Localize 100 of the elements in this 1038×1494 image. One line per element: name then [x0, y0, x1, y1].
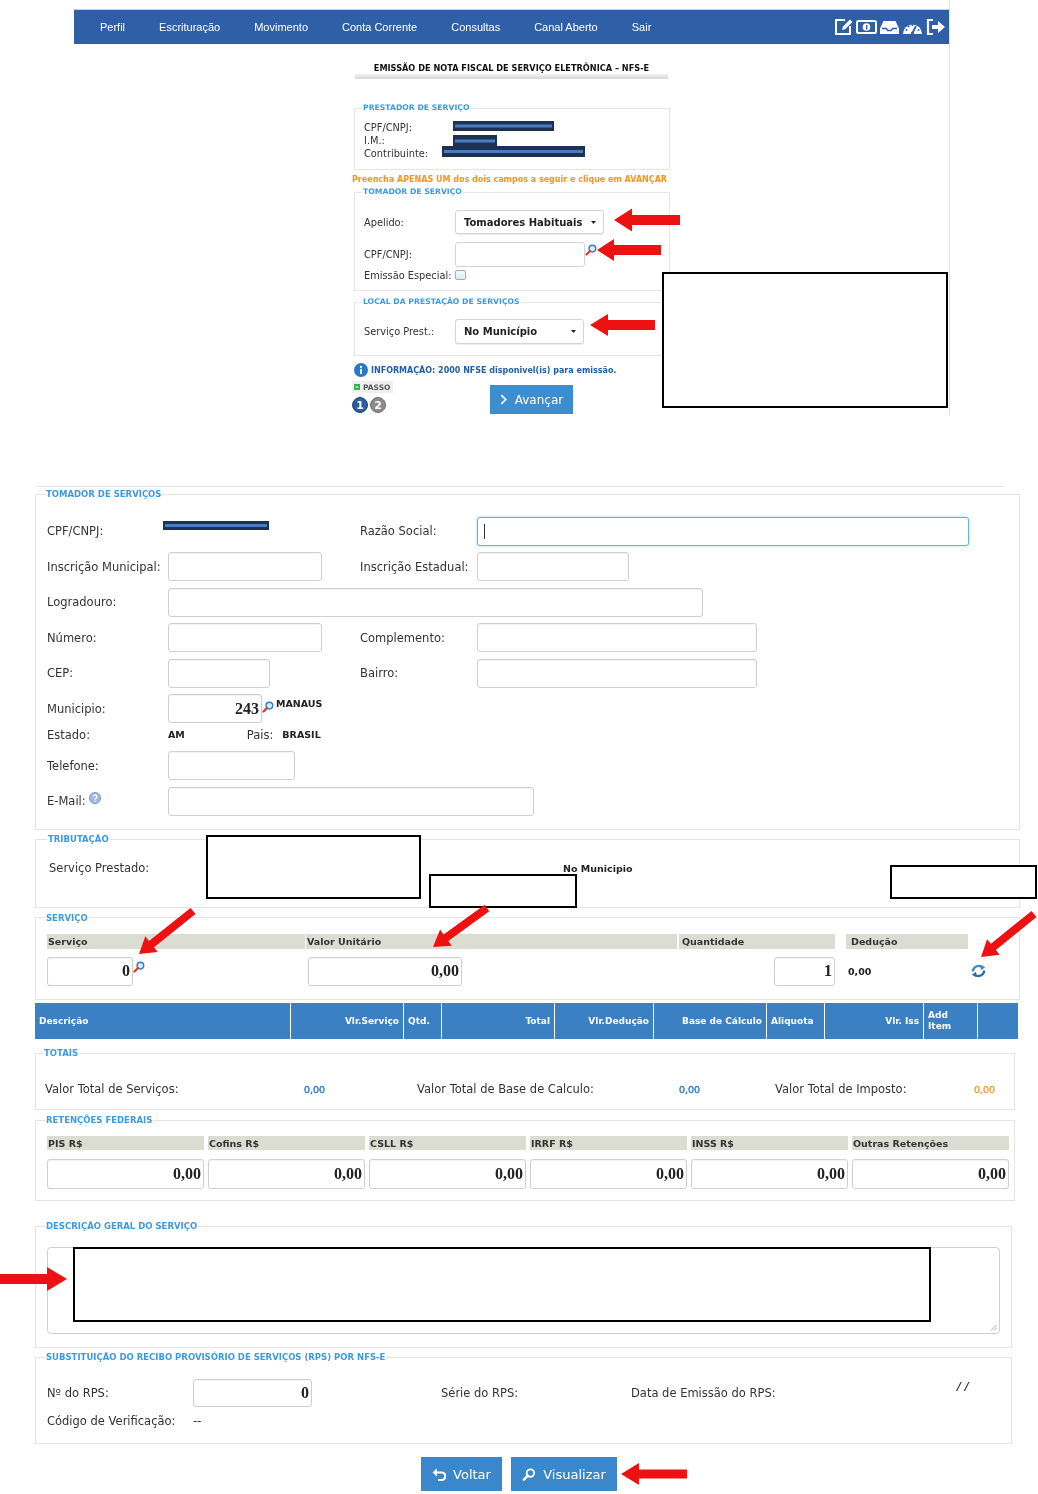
checkbox[interactable]: [455, 270, 466, 280]
field-label: Nº do RPS:: [47, 1386, 109, 1400]
input-field[interactable]: 0,00: [530, 1159, 687, 1189]
column-header: PIS R$: [47, 1136, 204, 1150]
search-icon: [522, 1467, 537, 1481]
help-icon[interactable]: [88, 792, 101, 804]
search-icon[interactable]: [262, 701, 274, 713]
banknote-icon[interactable]: [856, 17, 877, 37]
input-field[interactable]: [477, 516, 969, 546]
resize-grip-icon[interactable]: [990, 1324, 997, 1331]
refresh-icon[interactable]: [970, 964, 987, 978]
input-field[interactable]: [455, 242, 585, 267]
annotation-arrow: [614, 208, 680, 232]
input-field[interactable]: [477, 552, 629, 581]
input-field[interactable]: [168, 658, 270, 688]
edit-icon[interactable]: [833, 17, 854, 37]
input-field[interactable]: 0: [193, 1379, 312, 1407]
field-value: 0,00: [679, 1083, 701, 1095]
field-label: Contribuinte:: [364, 148, 429, 159]
field-value: --: [193, 1414, 202, 1428]
input-field[interactable]: 0,00: [691, 1159, 848, 1189]
input-field[interactable]: 0,00: [852, 1159, 1009, 1189]
nav-link[interactable]: Perfil: [100, 21, 126, 33]
section-title: RETENÇÕES FEDERAIS: [45, 1115, 154, 1125]
input-field[interactable]: 0,00: [208, 1159, 365, 1189]
input-field[interactable]: 0,00: [47, 1159, 204, 1189]
section-title: SUBSTITUIÇÃO DO RECIBO PROVISÓRIO DE SERVIÇOS (RPS) POR NFS-E: [45, 1352, 387, 1362]
column-header: Cofins R$: [208, 1136, 365, 1150]
input-field[interactable]: [168, 751, 295, 780]
page-title: EMISSÃO DE NOTA FISCAL DE SERVIÇO ELETRÔNICA – NFS-E: [355, 62, 668, 79]
section-title: DESCRIÇÃO GERAL DO SERVIÇO: [45, 1221, 199, 1231]
text-area[interactable]: [47, 1247, 1000, 1334]
info-icon: [354, 363, 368, 377]
column-header: Descrição: [38, 1014, 90, 1028]
instruction-text: Preencha APENAS UM dos dois campos a seguir e clique em AVANÇAR: [352, 175, 667, 184]
nav-link[interactable]: Canal Aberto: [534, 21, 598, 33]
field-label: Estado:: [47, 729, 91, 740]
caret-icon: [571, 330, 576, 333]
field-value: / /: [957, 1380, 969, 1393]
input-field[interactable]: [477, 623, 757, 652]
caret-icon: [591, 220, 596, 224]
annotation-arrow: [590, 314, 655, 336]
nav-link[interactable]: Conta Corrente: [342, 21, 418, 33]
search-icon[interactable]: [133, 960, 145, 973]
field-value: No Municipio: [563, 862, 633, 874]
field-label: Telefone:: [47, 758, 99, 773]
section-title: TOTAIS: [43, 1048, 80, 1058]
annotation-arrow: [139, 907, 196, 954]
input-field[interactable]: 0,00: [369, 1159, 526, 1189]
back-arrow-icon: [432, 1467, 447, 1481]
input-field[interactable]: [168, 552, 322, 581]
field-value: MANAUS: [276, 698, 323, 709]
dropdown[interactable]: No Município: [455, 319, 584, 344]
field-value: AM: [168, 729, 185, 740]
annotation-arrow: [433, 904, 490, 947]
input-field[interactable]: [168, 786, 534, 816]
next-button[interactable]: Avançar: [490, 385, 573, 414]
dropdown[interactable]: Tomadores Habituais: [455, 210, 604, 234]
column-header: Vlr. Iss: [824, 1003, 923, 1039]
input-field[interactable]: 1: [774, 956, 835, 986]
nav-link[interactable]: Sair: [631, 21, 652, 33]
input-field[interactable]: [168, 623, 322, 652]
view-button[interactable]: Visualizar: [511, 1457, 617, 1491]
field-label: Inscrição Estadual:: [360, 559, 469, 574]
input-field[interactable]: [168, 587, 703, 617]
column-header: Dedução: [846, 933, 968, 949]
field-label: Inscrição Municipal:: [47, 559, 161, 574]
column-header: IRRF R$: [530, 1136, 687, 1150]
field-label: Bairro:: [360, 666, 399, 680]
nav-link[interactable]: Consultas: [451, 21, 501, 33]
column-header: Outras Retenções: [852, 1136, 1009, 1150]
input-field[interactable]: [477, 658, 757, 688]
input-field[interactable]: 0,00: [308, 956, 462, 986]
back-button[interactable]: Voltar: [421, 1457, 502, 1491]
field-label: Valor Total de Serviços:: [45, 1082, 179, 1096]
field-value: BRASIL: [282, 729, 321, 740]
annotation-arrow: [981, 910, 1037, 957]
field-label: Número:: [47, 630, 97, 645]
input-field[interactable]: 0: [47, 956, 133, 986]
field-label: CEP:: [47, 666, 74, 680]
field-label: CPF/CNPJ:: [364, 249, 412, 260]
nav-link[interactable]: Movimento: [254, 21, 308, 33]
annotation-arrow: [0, 1267, 67, 1291]
field-label: Código de Verificação:: [47, 1414, 176, 1428]
info-message: INFORMAÇÃO: 2000 NFSE disponivel(is) para emissão.: [371, 365, 617, 375]
step-indicator: 1: [352, 397, 368, 413]
input-field[interactable]: 243: [168, 694, 262, 723]
column-header: INSS R$: [691, 1136, 848, 1150]
column-header: CSLL R$: [369, 1136, 526, 1150]
section-title: SERVIÇO: [45, 912, 89, 923]
field-label: Data de Emissão do RPS:: [631, 1386, 776, 1400]
field-label: Razão Social:: [360, 524, 437, 538]
section-title: TRIBUTAÇÃO: [47, 834, 110, 844]
search-icon[interactable]: [585, 244, 597, 256]
field-label: E-Mail:: [47, 794, 86, 808]
nav-link[interactable]: Escrituração: [159, 21, 221, 33]
column-header: Add Item: [923, 1003, 977, 1039]
column-header: Valor Unitário: [306, 933, 677, 949]
field-label: Apelido:: [364, 216, 404, 228]
sign-out-icon[interactable]: [925, 17, 946, 37]
